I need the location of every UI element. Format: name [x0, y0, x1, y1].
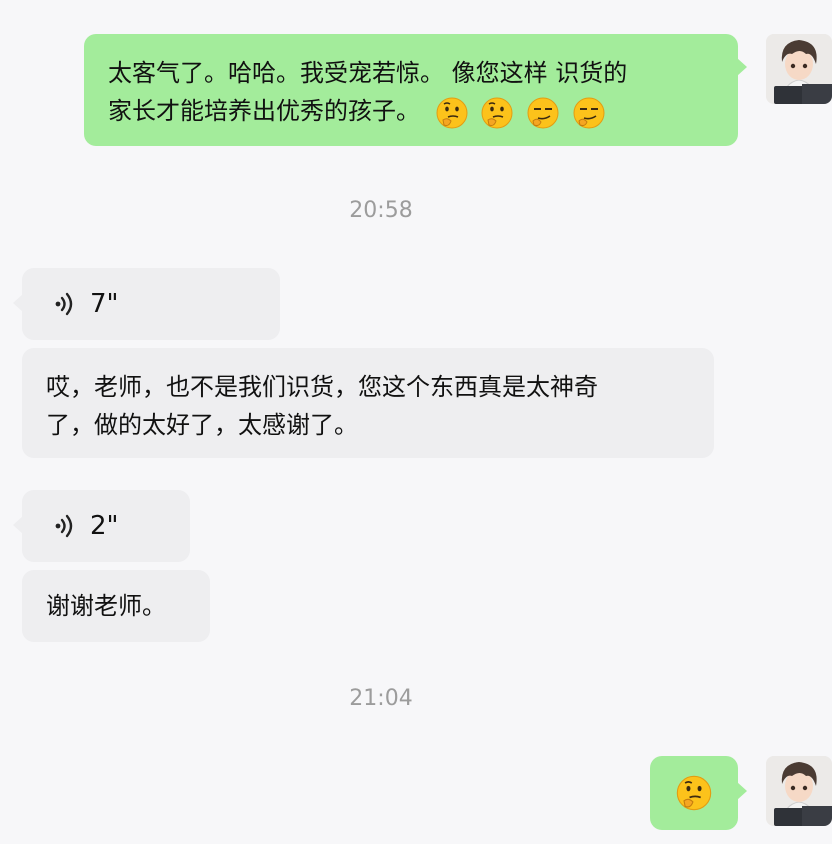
smirk-face-icon — [573, 97, 605, 129]
message-text: 谢谢老师。 — [46, 592, 166, 620]
voice-duration: 2" — [90, 511, 119, 541]
bubble-tail — [13, 516, 23, 534]
avatar[interactable] — [766, 756, 832, 826]
voice-duration: 7" — [90, 289, 119, 319]
message-text-line: 家长才能培养出优秀的孩子。 — [108, 92, 714, 131]
message-text-line: 哎，老师，也不是我们识货，您这个东西真是太神奇 — [46, 373, 598, 401]
message-bubble-sent[interactable] — [650, 756, 738, 830]
voice-message-bubble[interactable]: 7" — [22, 268, 280, 340]
thinking-face-icon — [676, 775, 712, 811]
bubble-tail — [737, 782, 747, 800]
thinking-face-icon — [436, 97, 468, 129]
voice-playback-icon — [55, 514, 73, 538]
emoji-group — [434, 93, 609, 131]
message-bubble-received[interactable]: 谢谢老师。 — [22, 570, 210, 642]
voice-playback-icon — [55, 292, 73, 316]
avatar[interactable] — [766, 34, 832, 104]
bubble-tail — [13, 294, 23, 312]
avatar-boy-laptop-image — [766, 756, 832, 826]
message-text-line: 了，做的太好了，太感谢了。 — [46, 411, 358, 439]
smirk-face-icon — [527, 97, 559, 129]
chat-timestamp: 21:04 — [349, 686, 413, 711]
avatar-boy-laptop-image — [766, 34, 832, 104]
chat-timestamp: 20:58 — [349, 198, 413, 223]
message-text-line: 太客气了。哈哈。我受宠若惊。 像您这样 识货的 — [108, 59, 628, 87]
bubble-tail — [737, 58, 747, 76]
message-bubble-sent[interactable]: 太客气了。哈哈。我受宠若惊。 像您这样 识货的 家长才能培养出优秀的孩子。 — [84, 34, 738, 146]
message-bubble-received[interactable]: 哎，老师，也不是我们识货，您这个东西真是太神奇 了，做的太好了，太感谢了。 — [22, 348, 714, 458]
thinking-face-icon — [481, 97, 513, 129]
voice-message-bubble[interactable]: 2" — [22, 490, 190, 562]
